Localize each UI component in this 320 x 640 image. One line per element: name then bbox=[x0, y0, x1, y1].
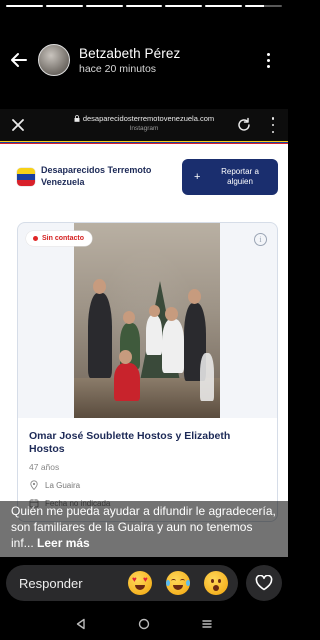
reply-bar: Responder ♥ ♥ bbox=[0, 557, 288, 607]
back-button[interactable] bbox=[0, 42, 38, 78]
progress-segment bbox=[165, 5, 203, 7]
info-icon[interactable]: i bbox=[254, 233, 267, 246]
menu-recents-icon bbox=[201, 619, 212, 628]
more-options-button[interactable] bbox=[256, 48, 280, 72]
nav-recents-button[interactable] bbox=[198, 615, 216, 633]
lock-icon bbox=[74, 115, 80, 122]
story-caption[interactable]: Quién me pueda ayudar a difundir le agra… bbox=[0, 501, 288, 557]
progress-segment bbox=[6, 5, 43, 7]
site-header: Desaparecidos Terremoto Venezuela + Repo… bbox=[17, 158, 278, 198]
story-progress bbox=[6, 5, 283, 7]
close-icon bbox=[12, 119, 24, 131]
report-button-label: Reportar a alguien bbox=[221, 167, 259, 186]
nav-home-button[interactable] bbox=[135, 615, 153, 633]
circle-home-icon bbox=[138, 618, 150, 629]
arrow-left-icon bbox=[11, 53, 27, 67]
status-dot-icon bbox=[33, 236, 38, 241]
browser-toolbar: desaparecidosterremotovenezuela.com Inst… bbox=[0, 109, 288, 141]
browser-subtitle: Instagram bbox=[129, 125, 159, 132]
refresh-icon bbox=[238, 117, 250, 131]
progress-segment bbox=[205, 5, 243, 7]
report-someone-button[interactable]: + Reportar a alguien bbox=[182, 159, 278, 195]
progress-segment-current bbox=[245, 5, 283, 7]
browser-url: desaparecidosterremotovenezuela.com Inst… bbox=[60, 114, 228, 132]
status-label: Sin contacto bbox=[42, 235, 85, 242]
story-author: Betzabeth Pérez hace 20 minutos bbox=[79, 46, 180, 75]
progress-segment bbox=[125, 5, 163, 7]
heart-eyes-emoji-icon[interactable]: ♥ ♥ bbox=[128, 571, 152, 595]
person-name: Omar José Soublette Hostos y Elizabeth H… bbox=[29, 430, 231, 455]
status-badge: Sin contacto bbox=[26, 231, 93, 246]
browser-more-icon bbox=[270, 117, 276, 133]
progress-segment bbox=[85, 5, 123, 7]
like-button[interactable] bbox=[246, 565, 282, 601]
venezuela-flag-icon bbox=[17, 168, 35, 186]
url-text: desaparecidosterremotovenezuela.com bbox=[82, 114, 215, 123]
heart-icon bbox=[255, 575, 273, 591]
avatar[interactable] bbox=[38, 44, 70, 76]
tears-of-joy-emoji-icon[interactable] bbox=[166, 571, 190, 595]
read-more-link[interactable]: Leer más bbox=[37, 536, 90, 550]
system-navigation-bar bbox=[0, 607, 288, 640]
user-name[interactable]: Betzabeth Pérez bbox=[79, 46, 180, 61]
person-photo bbox=[74, 223, 220, 418]
person-age: 47 años bbox=[29, 462, 60, 472]
progress-segment bbox=[45, 5, 83, 7]
location-text: La Guaira bbox=[45, 480, 81, 490]
missing-person-card[interactable]: Sin contacto i Omar José Soublette Hosto… bbox=[17, 222, 278, 522]
astonished-emoji-icon[interactable] bbox=[204, 571, 228, 595]
site-title: Desaparecidos Terremoto Venezuela bbox=[41, 165, 152, 187]
plus-icon: + bbox=[194, 171, 201, 183]
location-pin-icon bbox=[30, 480, 38, 490]
nav-back-button[interactable] bbox=[72, 615, 90, 633]
location-row: La Guaira bbox=[29, 480, 266, 490]
story-header: Betzabeth Pérez hace 20 minutos bbox=[0, 42, 288, 78]
post-time: hace 20 minutos bbox=[79, 62, 157, 75]
triangle-back-icon bbox=[77, 618, 86, 629]
